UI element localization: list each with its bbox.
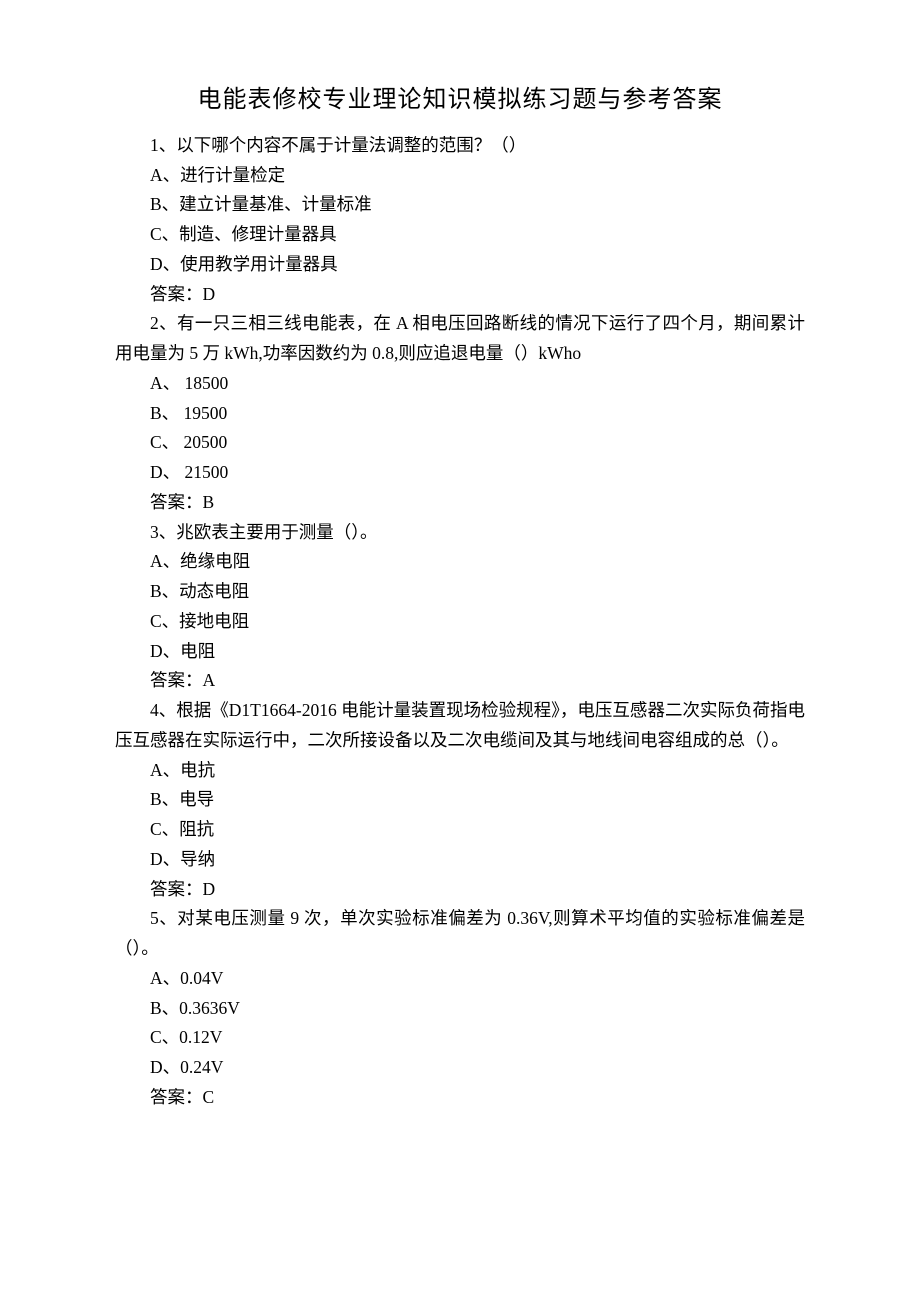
question-2-stem: 2、有一只三相三线电能表，在 A 相电压回路断线的情况下运行了四个月，期间累计用… bbox=[115, 309, 805, 369]
question-5-option-b: B、0.3636V bbox=[115, 994, 805, 1024]
question-5-stem: 5、对某电压测量 9 次，单次实验标准偏差为 0.36V,则算术平均值的实验标准… bbox=[115, 904, 805, 964]
question-3-option-a: A、绝缘电阻 bbox=[115, 547, 805, 577]
question-2-option-c: C、 20500 bbox=[115, 428, 805, 458]
question-3-option-c: C、接地电阻 bbox=[115, 607, 805, 637]
question-4-option-b: B、电导 bbox=[115, 785, 805, 815]
question-4-option-a: A、电抗 bbox=[115, 756, 805, 786]
question-4-option-d: D、导纳 bbox=[115, 845, 805, 875]
document-title: 电能表修校专业理论知识模拟练习题与参考答案 bbox=[115, 80, 805, 121]
question-1-stem: 1、以下哪个内容不属于计量法调整的范围？（） bbox=[115, 131, 805, 161]
question-2-answer: 答案：B bbox=[115, 488, 805, 518]
question-3-answer: 答案：A bbox=[115, 666, 805, 696]
question-1-option-c: C、制造、修理计量器具 bbox=[115, 220, 805, 250]
question-2-option-a: A、 18500 bbox=[115, 369, 805, 399]
question-5-option-d: D、0.24V bbox=[115, 1053, 805, 1083]
document-content: 1、以下哪个内容不属于计量法调整的范围？（） A、进行计量检定 B、建立计量基准… bbox=[115, 131, 805, 1113]
question-2-option-b: B、 19500 bbox=[115, 399, 805, 429]
question-5-option-a: A、0.04V bbox=[115, 964, 805, 994]
question-3-option-b: B、动态电阻 bbox=[115, 577, 805, 607]
question-1-option-b: B、建立计量基准、计量标准 bbox=[115, 190, 805, 220]
question-2-option-d: D、 21500 bbox=[115, 458, 805, 488]
question-3-option-d: D、电阻 bbox=[115, 637, 805, 667]
question-5-answer: 答案：C bbox=[115, 1083, 805, 1113]
question-4-stem: 4、根据《D1T1664-2016 电能计量装置现场检验规程》，电压互感器二次实… bbox=[115, 696, 805, 756]
question-1-option-d: D、使用教学用计量器具 bbox=[115, 250, 805, 280]
question-5-option-c: C、0.12V bbox=[115, 1023, 805, 1053]
question-1-option-a: A、进行计量检定 bbox=[115, 161, 805, 191]
question-1-answer: 答案：D bbox=[115, 280, 805, 310]
question-4-option-c: C、阻抗 bbox=[115, 815, 805, 845]
question-3-stem: 3、兆欧表主要用于测量（）。 bbox=[115, 518, 805, 548]
question-4-answer: 答案：D bbox=[115, 875, 805, 905]
